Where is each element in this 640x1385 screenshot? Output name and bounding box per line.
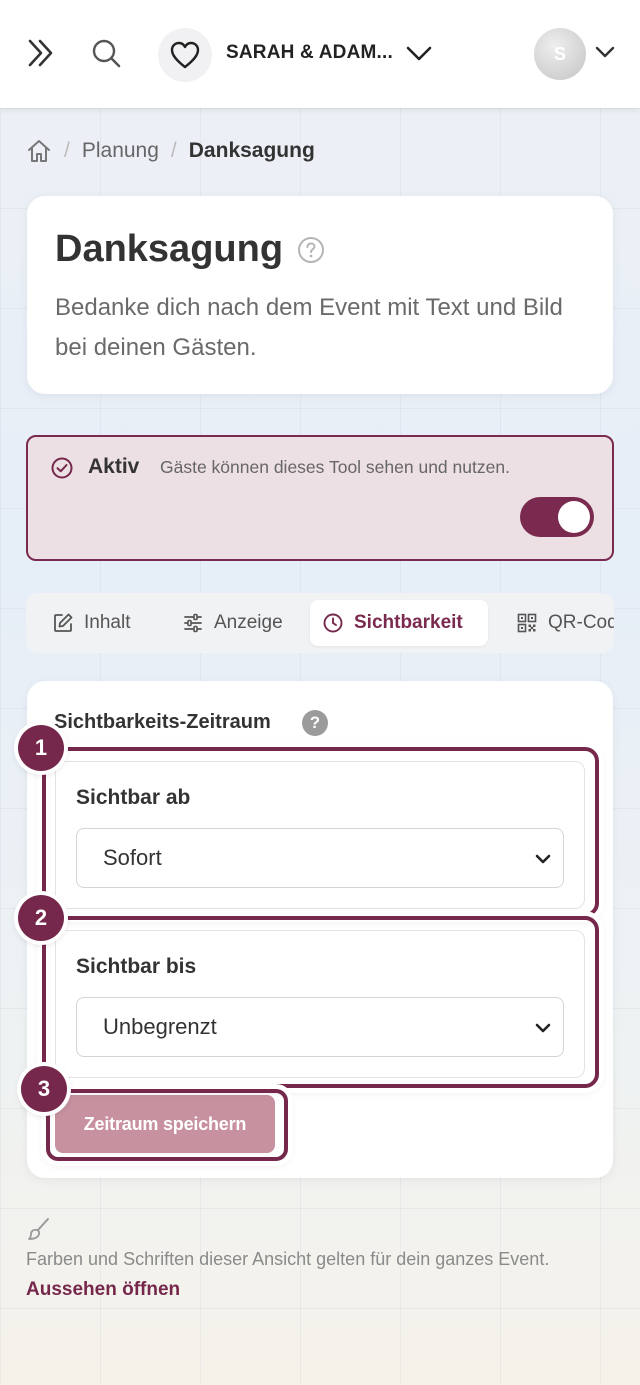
save-period-button[interactable]: Zeitraum speichern	[55, 1095, 275, 1153]
edit-icon	[54, 613, 73, 632]
footer-note: Farben und Schriften dieser Ansicht gelt…	[26, 1249, 550, 1269]
status-text: Gäste können dieses Tool sehen und nutze…	[160, 457, 510, 477]
visible-from-label: Sichtbar ab	[76, 786, 191, 809]
visible-until-select[interactable]: Unbegrenzt	[76, 997, 564, 1057]
open-appearance-link[interactable]: Aussehen öffnen	[26, 1279, 180, 1301]
breadcrumb-separator: /	[170, 139, 177, 162]
heart-icon	[170, 41, 200, 69]
visible-from-select[interactable]: Sofort	[76, 828, 564, 888]
tab-qr-code[interactable]: QR-Code	[504, 600, 614, 646]
tab-bar: Inhalt Anzeige Sichtbarkeit QR-Cod	[26, 593, 614, 653]
chevron-down-icon[interactable]	[404, 40, 434, 68]
paintbrush-icon	[28, 1218, 49, 1240]
visible-from-value: Sofort	[103, 845, 162, 870]
tab-label: Sichtbarkeit	[354, 612, 463, 633]
sliders-icon	[184, 613, 202, 633]
tab-anzeige[interactable]: Anzeige	[170, 600, 295, 646]
avatar[interactable]: S	[534, 28, 586, 80]
breadcrumb: / Planung / Danksagung	[26, 136, 315, 166]
toggle-knob	[558, 501, 590, 533]
breadcrumb-separator: /	[64, 139, 70, 162]
status-label: Aktiv	[88, 455, 140, 478]
help-icon[interactable]: ?	[302, 710, 328, 736]
tab-sichtbarkeit[interactable]: Sichtbarkeit	[310, 600, 488, 646]
page-header-card: Danksagung Bedanke dich nach dem Event m…	[27, 196, 613, 394]
section-title: Sichtbarkeits-Zeitraum	[54, 711, 271, 733]
visible-until-label: Sichtbar bis	[76, 955, 197, 978]
page-title: Danksagung	[55, 228, 284, 270]
page-description: Bedanke dich nach dem Event mit Text und…	[55, 294, 563, 361]
tab-inhalt[interactable]: Inhalt	[40, 600, 142, 646]
event-name[interactable]: SARAH & ADAM...	[226, 42, 393, 64]
event-heart-button[interactable]	[158, 28, 212, 82]
top-bar: SARAH & ADAM... S	[0, 0, 640, 108]
tab-label: Anzeige	[214, 612, 283, 633]
breadcrumb-planung[interactable]: Planung	[82, 139, 159, 163]
clock-icon	[323, 613, 343, 633]
expand-sidebar-icon[interactable]	[26, 38, 56, 68]
home-icon[interactable]	[26, 138, 52, 164]
search-icon[interactable]	[90, 37, 122, 69]
visibility-settings-card: Sichtbarkeits-Zeitraum ? Sichtbar ab Sof…	[27, 681, 613, 1178]
step-badge-3: 3	[21, 1066, 67, 1112]
chevron-down-icon[interactable]	[594, 42, 616, 64]
active-toggle[interactable]	[520, 497, 594, 537]
visible-from-field: Sichtbar ab Sofort	[55, 761, 585, 909]
qr-code-icon	[517, 613, 537, 633]
chevron-down-icon	[535, 854, 551, 864]
step-badge-2: 2	[18, 895, 64, 941]
step-badge-1: 1	[18, 725, 64, 771]
active-status-box: Aktiv Gäste können dieses Tool sehen und…	[26, 435, 614, 561]
help-icon[interactable]	[297, 236, 325, 264]
visible-until-value: Unbegrenzt	[103, 1014, 217, 1039]
chevron-down-icon	[535, 1023, 551, 1033]
breadcrumb-current: Danksagung	[188, 139, 315, 162]
tab-label: QR-Code	[548, 612, 614, 633]
check-circle-icon	[51, 457, 73, 479]
tab-label: Inhalt	[84, 612, 131, 633]
visible-until-field: Sichtbar bis Unbegrenzt	[55, 930, 585, 1078]
